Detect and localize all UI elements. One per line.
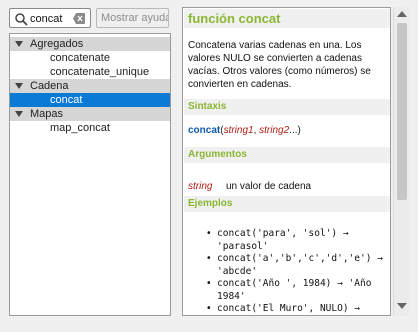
- example-item: concat('para', 'sol') → 'parasol': [203, 228, 390, 253]
- example-item: concat('Año ', 1984) → 'Año 1984': [203, 278, 390, 303]
- search-input[interactable]: [30, 11, 74, 26]
- example-item: concat('a','b','c','d','e') → 'abcde': [203, 253, 390, 278]
- function-tree[interactable]: Agregados concatenate concatenate_unique…: [9, 33, 171, 316]
- syntax-heading: Sintaxis: [184, 99, 390, 115]
- tree-item-map-concat[interactable]: map_concat: [10, 121, 170, 135]
- show-help-button[interactable]: Mostrar ayuda: [96, 8, 169, 28]
- scroll-down-arrow-icon[interactable]: [397, 303, 407, 309]
- tree-item-label: concatenate_unique: [50, 66, 150, 78]
- expand-arrow-icon[interactable]: [15, 111, 23, 117]
- tree-item-label: concat: [50, 94, 83, 106]
- tree-item-concatenate[interactable]: concatenate: [10, 51, 170, 65]
- example-item: concat('El Muro', NULO) →: [203, 303, 390, 315]
- search-field[interactable]: [9, 8, 91, 28]
- tree-item-label: concatenate: [50, 52, 110, 64]
- syntax-arg: string1: [223, 125, 254, 136]
- expand-arrow-icon[interactable]: [15, 83, 23, 89]
- examples-list: concat('para', 'sol') → 'parasol' concat…: [203, 228, 390, 315]
- tree-group-label: Mapas: [30, 108, 64, 120]
- tree-item-concat[interactable]: concat: [10, 93, 170, 107]
- help-panel: función concat Concatena varias cadenas …: [182, 7, 391, 316]
- tree-group-label: Cadena: [30, 80, 69, 92]
- help-title: función concat: [184, 9, 390, 28]
- clear-search-icon[interactable]: [73, 13, 85, 24]
- expand-arrow-icon[interactable]: [15, 41, 23, 47]
- tree-group-agregados[interactable]: Agregados: [10, 37, 170, 51]
- tree-item-concatenate-unique[interactable]: concatenate_unique: [10, 65, 170, 79]
- tree-group-label: Agregados: [30, 38, 84, 50]
- syntax-close: ): [297, 125, 301, 136]
- syntax-arg: string2: [259, 125, 290, 136]
- tree-item-label: map_concat: [50, 122, 110, 134]
- argument-row: string un valor de cadena: [188, 180, 311, 193]
- function-description: Concatena varias cadenas en una. Los val…: [188, 40, 371, 90]
- help-scrollbar[interactable]: [393, 7, 409, 316]
- syntax-ellipsis: ...: [289, 125, 298, 136]
- scroll-up-arrow-icon[interactable]: [397, 11, 407, 17]
- syntax-function: concat: [188, 125, 221, 136]
- tree-group-cadena[interactable]: Cadena: [10, 79, 170, 93]
- syntax-line: concat(string1, string2...): [188, 124, 301, 137]
- tree-group-mapas[interactable]: Mapas: [10, 107, 170, 121]
- argument-name: string: [188, 181, 213, 192]
- scrollbar-thumb[interactable]: [397, 23, 407, 200]
- arguments-heading: Argumentos: [184, 147, 390, 163]
- search-icon: [15, 13, 28, 26]
- examples-heading: Ejemplos: [184, 196, 390, 212]
- argument-description: un valor de cadena: [226, 181, 312, 192]
